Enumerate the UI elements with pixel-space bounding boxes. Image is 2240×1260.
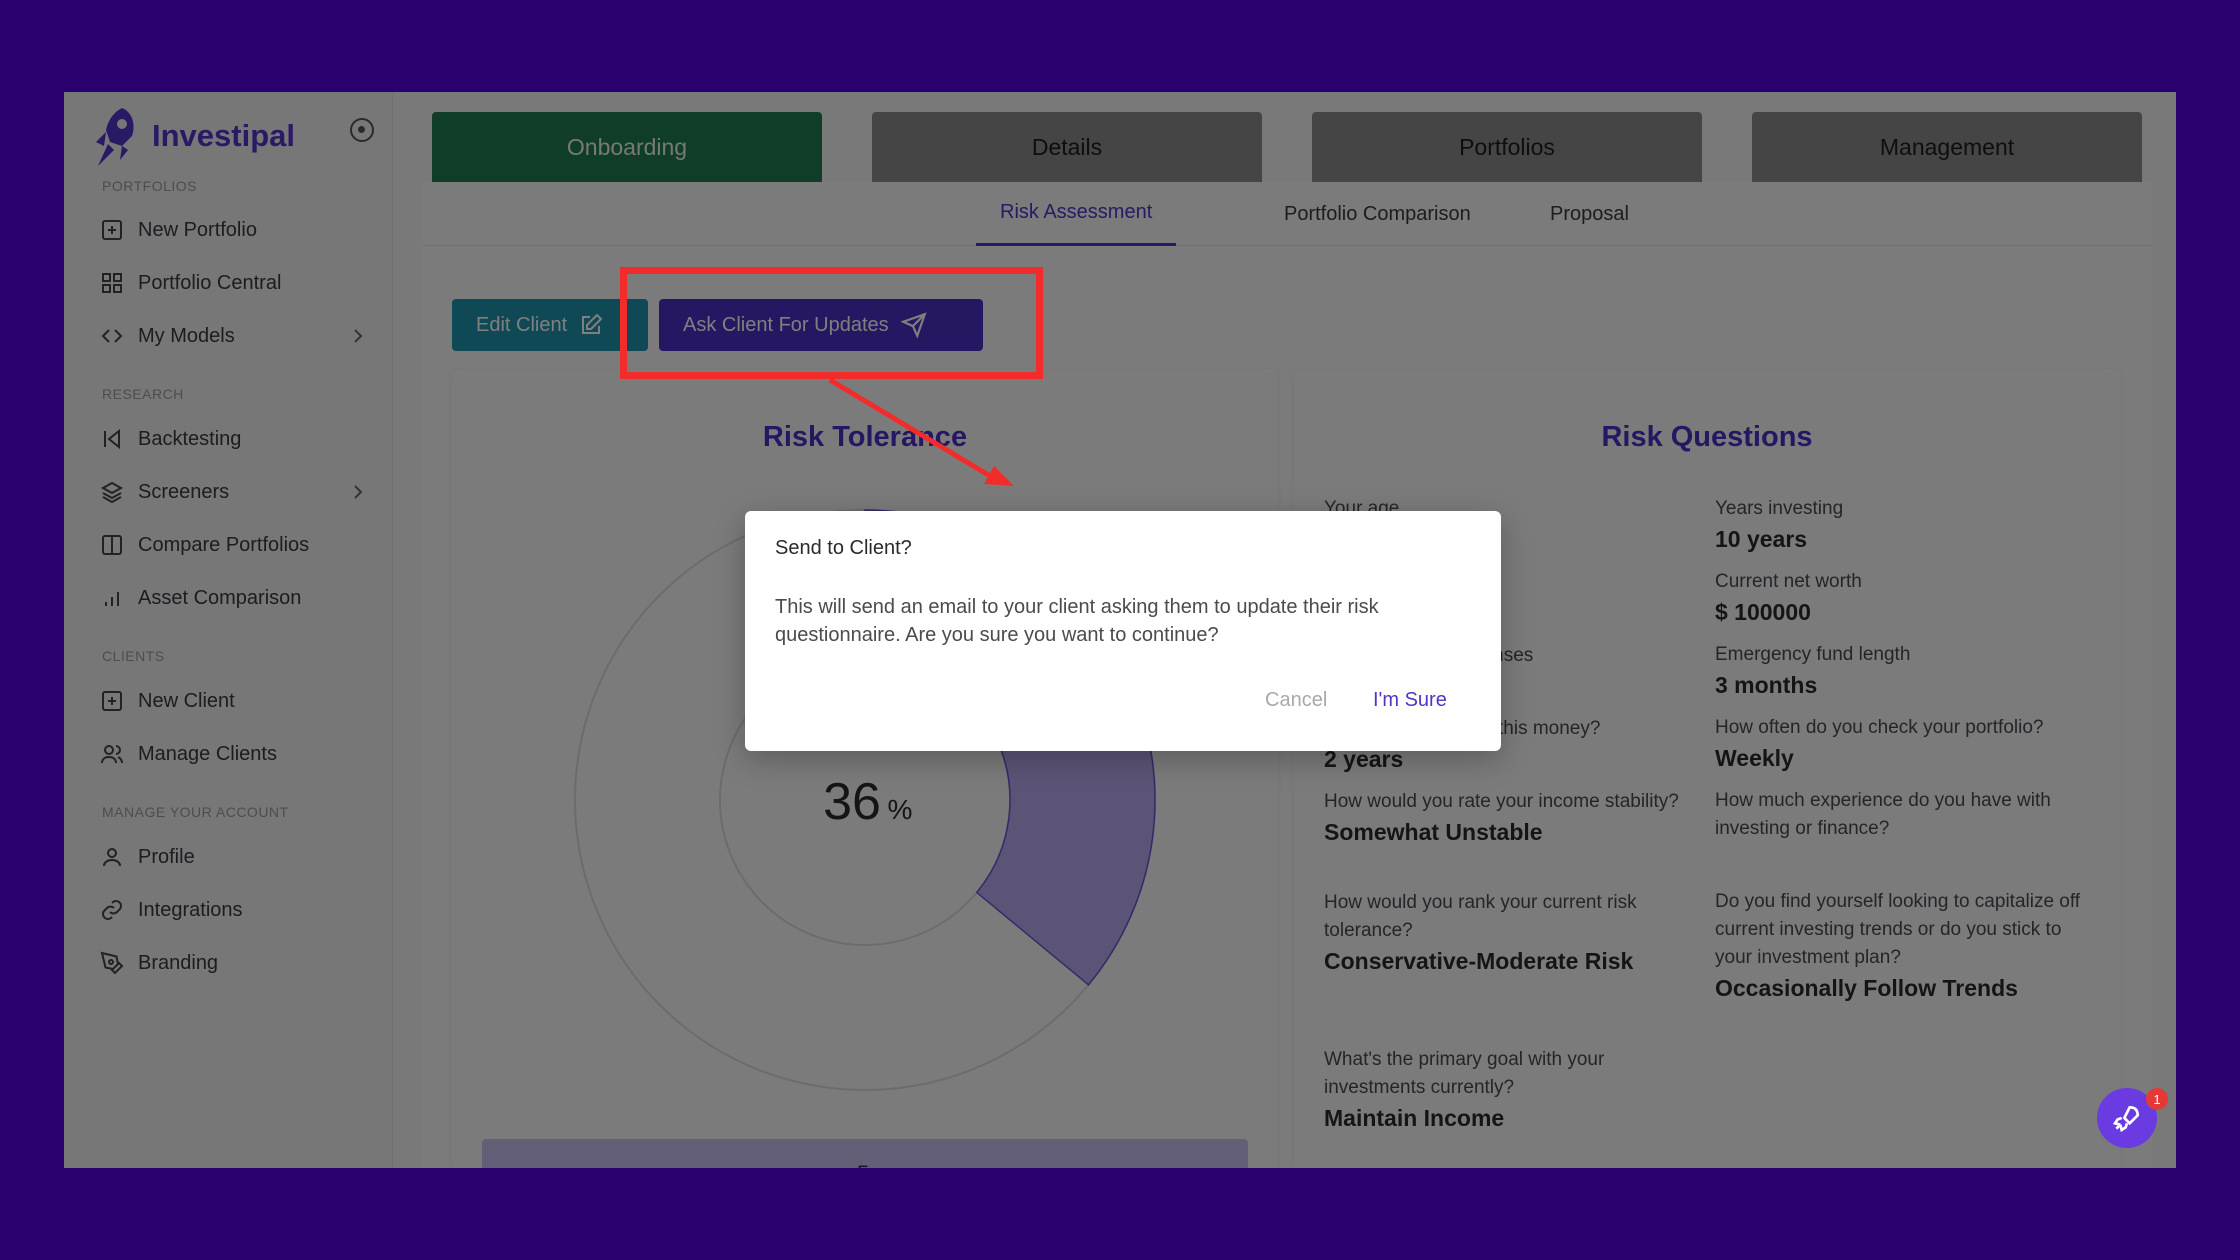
dialog-title: Send to Client? bbox=[775, 537, 912, 559]
dialog-message: This will send an email to your client a… bbox=[775, 596, 1379, 646]
rocket-icon bbox=[2112, 1105, 2140, 1133]
confirm-dialog: Send to Client? This will send an email … bbox=[745, 511, 1501, 751]
notification-badge: 1 bbox=[2146, 1088, 2168, 1110]
annotation-highlight-box bbox=[620, 267, 1043, 379]
confirm-button[interactable]: I'm Sure bbox=[1373, 689, 1447, 712]
cancel-button[interactable]: Cancel bbox=[1265, 689, 1327, 712]
